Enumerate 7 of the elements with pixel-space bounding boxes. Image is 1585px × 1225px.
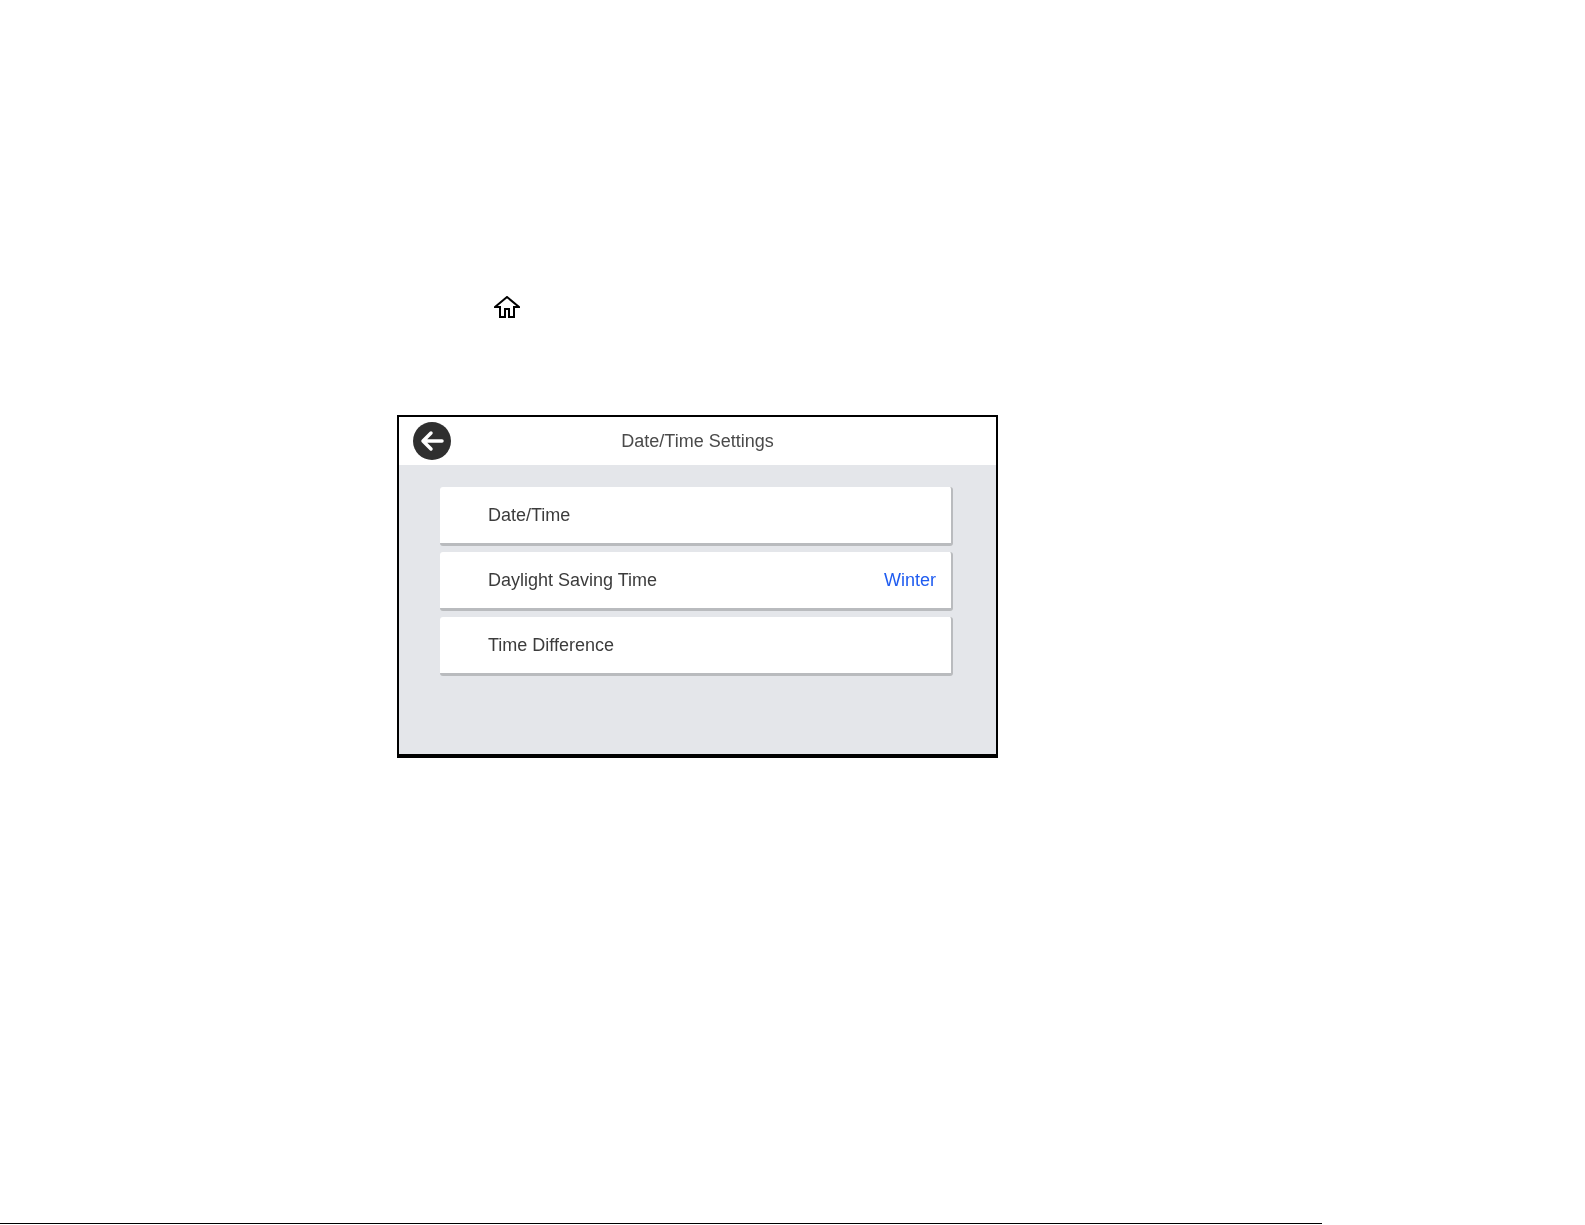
menu-item[interactable]: Date/Time	[440, 487, 953, 546]
back-button[interactable]	[413, 422, 451, 460]
menu-item[interactable]: Time Difference	[440, 617, 953, 676]
menu-item[interactable]: Daylight Saving Time Winter	[440, 552, 953, 611]
home-icon	[494, 296, 520, 318]
setting-value: Winter	[884, 568, 936, 592]
screen-title: Date/Time Settings	[621, 429, 774, 453]
